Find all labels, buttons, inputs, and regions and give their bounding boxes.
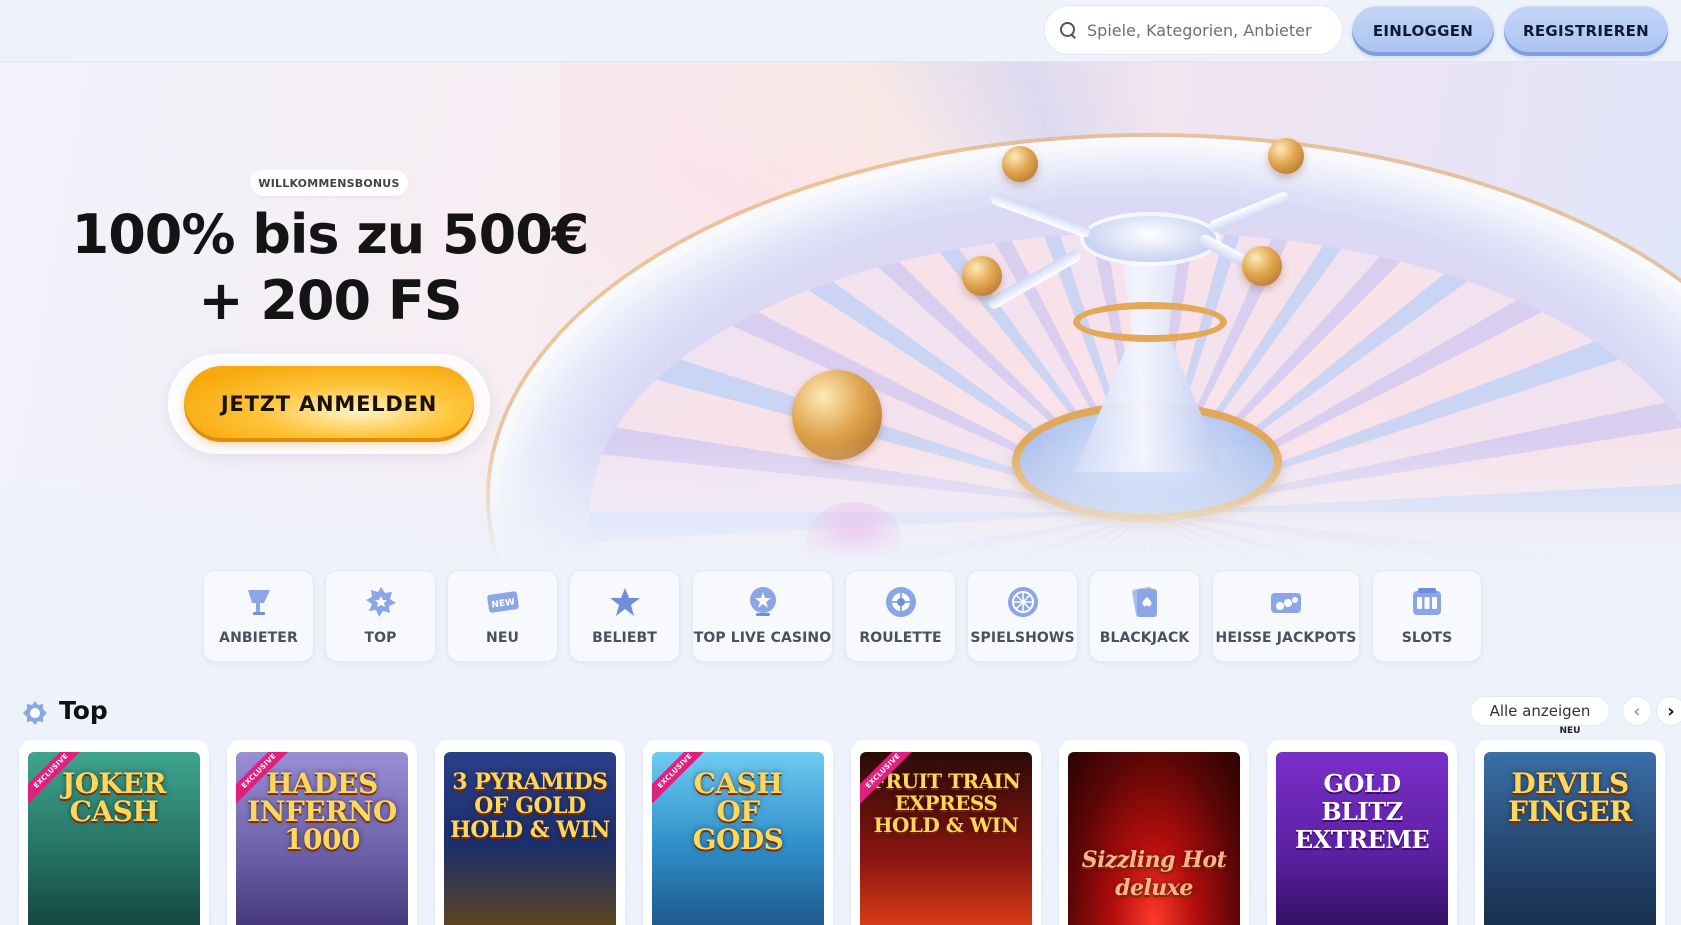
- game-title: JOKER CASH: [61, 767, 167, 828]
- bonus-headline: 100% bis zu 500€ + 200 FS: [40, 202, 620, 334]
- category-roulette[interactable]: ROULETTE: [845, 570, 956, 662]
- top-header: EINLOGGEN REGISTRIEREN: [0, 0, 1681, 62]
- roulette-spindle-ring: [1073, 302, 1227, 342]
- category-beliebt[interactable]: BELIEBT: [569, 570, 680, 662]
- search-bar[interactable]: [1044, 5, 1343, 55]
- game-thumbnail: EXCLUSIVE JOKER CASH: [28, 752, 200, 925]
- slot-machine-icon: [1410, 585, 1444, 619]
- spindle-ball: [1242, 246, 1282, 286]
- category-label: TOP: [364, 630, 397, 646]
- game-title: HADES INFERNO 1000: [247, 767, 397, 856]
- game-card[interactable]: Sizzling Hot deluxe: [1059, 740, 1249, 925]
- login-button[interactable]: EINLOGGEN: [1352, 6, 1494, 56]
- game-card[interactable]: NEU DEVILS FINGER: [1475, 726, 1665, 925]
- category-label: BELIEBT: [592, 630, 657, 646]
- category-label: HEISSE JACKPOTS: [1215, 630, 1357, 646]
- search-input[interactable]: [1087, 20, 1327, 40]
- roulette-icon: [884, 585, 918, 619]
- game-thumbnail: 3 PYRAMIDS OF GOLD HOLD & WIN: [444, 752, 616, 925]
- category-spielshows[interactable]: SPIELSHOWS: [967, 570, 1078, 662]
- trophy-icon: [242, 585, 276, 619]
- game-title: Sizzling Hot deluxe: [1081, 847, 1227, 901]
- game-title: CASH OF GODS: [692, 767, 784, 856]
- show-all-button[interactable]: Alle anzeigen: [1470, 696, 1610, 726]
- game-thumbnail: Sizzling Hot deluxe: [1068, 752, 1240, 925]
- cards-icon: [1128, 585, 1162, 619]
- game-thumbnail: EXCLUSIVE FRUIT TRAIN EXPRESS HOLD & WIN: [860, 752, 1032, 925]
- game-title: 3 PYRAMIDS OF GOLD HOLD & WIN: [450, 769, 610, 843]
- signup-now-button[interactable]: JETZT ANMELDEN: [184, 366, 474, 442]
- new-tag-icon: NEW: [486, 585, 520, 619]
- category-heisse-jackpots[interactable]: HEISSE JACKPOTS: [1212, 570, 1360, 662]
- category-bar: ANBIETER TOP NEW NEU BELIEBT TOP LIVE CA…: [0, 570, 1681, 662]
- game-card[interactable]: EXCLUSIVE CASH OF GODS: [643, 740, 833, 925]
- bonus-headline-line2: + 200 FS: [198, 269, 462, 332]
- star-badge-icon: [364, 585, 398, 619]
- game-title: FRUIT TRAIN EXPRESS HOLD & WIN: [871, 769, 1021, 837]
- chevron-right-icon[interactable]: ›: [1656, 696, 1681, 726]
- game-thumbnail: DEVILS FINGER: [1484, 752, 1656, 925]
- category-neu[interactable]: NEW NEU: [447, 570, 558, 662]
- game-card[interactable]: 3 PYRAMIDS OF GOLD HOLD & WIN: [435, 740, 625, 925]
- category-label: BLACKJACK: [1099, 630, 1190, 646]
- game-title: GOLD BLITZ EXTREME: [1294, 769, 1430, 854]
- game-title: DEVILS FINGER: [1507, 767, 1633, 828]
- top-games-carousel: EXCLUSIVE JOKER CASH EXCLUSIVE HADES INF…: [0, 726, 1681, 925]
- coins-icon: [1269, 585, 1303, 619]
- category-slots[interactable]: SLOTS: [1372, 570, 1482, 662]
- bonus-headline-line1: 100% bis zu 500€: [71, 203, 590, 266]
- top-games-header: Top Alle anzeigen ‹ ›: [18, 696, 1681, 732]
- chevron-left-icon[interactable]: ‹: [1622, 696, 1652, 726]
- category-label: SPIELSHOWS: [970, 630, 1075, 646]
- category-label: ANBIETER: [219, 630, 298, 646]
- section-title: Top: [59, 696, 108, 725]
- category-anbieter[interactable]: ANBIETER: [203, 570, 314, 662]
- register-button[interactable]: REGISTRIEREN: [1504, 6, 1668, 56]
- game-thumbnail: EXCLUSIVE HADES INFERNO 1000: [236, 752, 408, 925]
- search-icon: [1059, 21, 1077, 39]
- game-thumbnail: GOLD BLITZ EXTREME: [1276, 752, 1448, 925]
- star-icon: [608, 585, 642, 619]
- hero-bottom-fade: [0, 442, 1681, 562]
- spindle-ball: [962, 256, 1002, 296]
- game-thumbnail: EXCLUSIVE CASH OF GODS: [652, 752, 824, 925]
- welcome-bonus-badge: WILLKOMMENSBONUS: [250, 170, 408, 196]
- category-blackjack[interactable]: BLACKJACK: [1089, 570, 1200, 662]
- category-top-live-casino[interactable]: TOP LIVE CASINO: [692, 570, 833, 662]
- category-label: ROULETTE: [859, 630, 942, 646]
- spindle-ball: [1002, 146, 1038, 182]
- game-card[interactable]: EXCLUSIVE JOKER CASH: [19, 740, 209, 925]
- category-top[interactable]: TOP: [325, 570, 436, 662]
- live-star-icon: [746, 585, 780, 619]
- game-card[interactable]: EXCLUSIVE FRUIT TRAIN EXPRESS HOLD & WIN: [851, 740, 1041, 925]
- category-label: SLOTS: [1401, 630, 1453, 646]
- gear-badge-icon: [22, 700, 48, 726]
- spindle-ball: [1268, 138, 1304, 174]
- wheel-icon: [1006, 585, 1040, 619]
- game-card[interactable]: EXCLUSIVE HADES INFERNO 1000: [227, 740, 417, 925]
- new-tag: NEU: [1559, 726, 1581, 736]
- category-label: NEU: [486, 630, 519, 646]
- game-card[interactable]: GOLD BLITZ EXTREME: [1267, 740, 1457, 925]
- category-label: TOP LIVE CASINO: [693, 630, 832, 646]
